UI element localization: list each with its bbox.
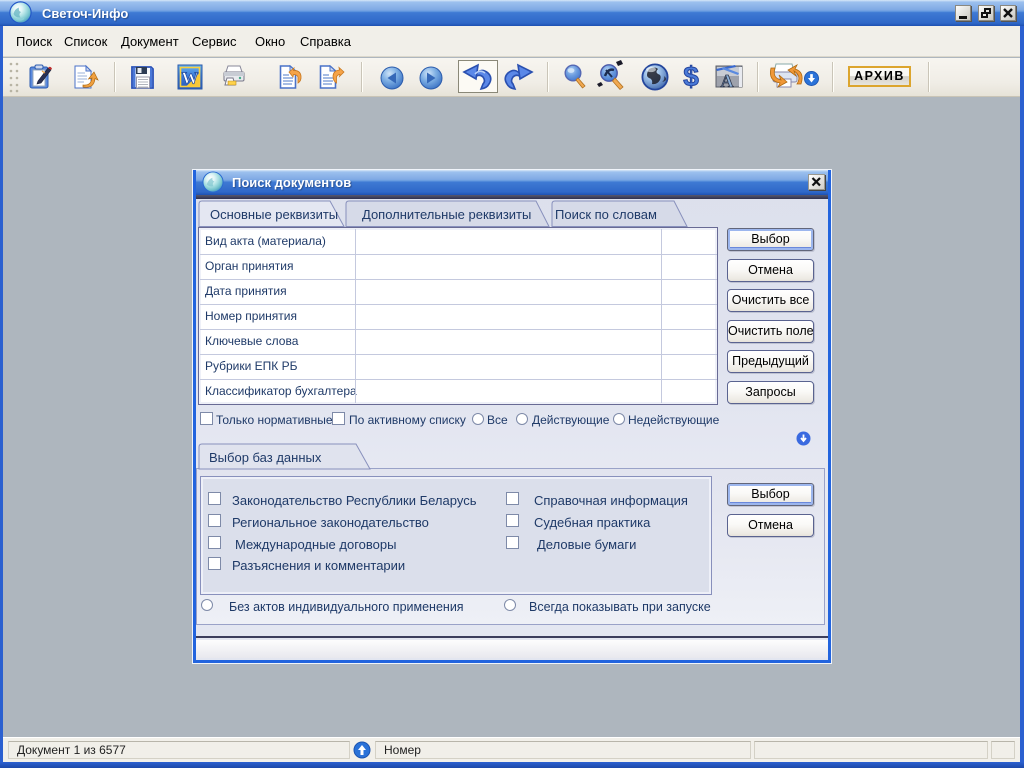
svg-text:W: W	[182, 69, 199, 88]
svg-text:$: $	[683, 61, 699, 92]
svg-text:A: A	[721, 71, 734, 91]
